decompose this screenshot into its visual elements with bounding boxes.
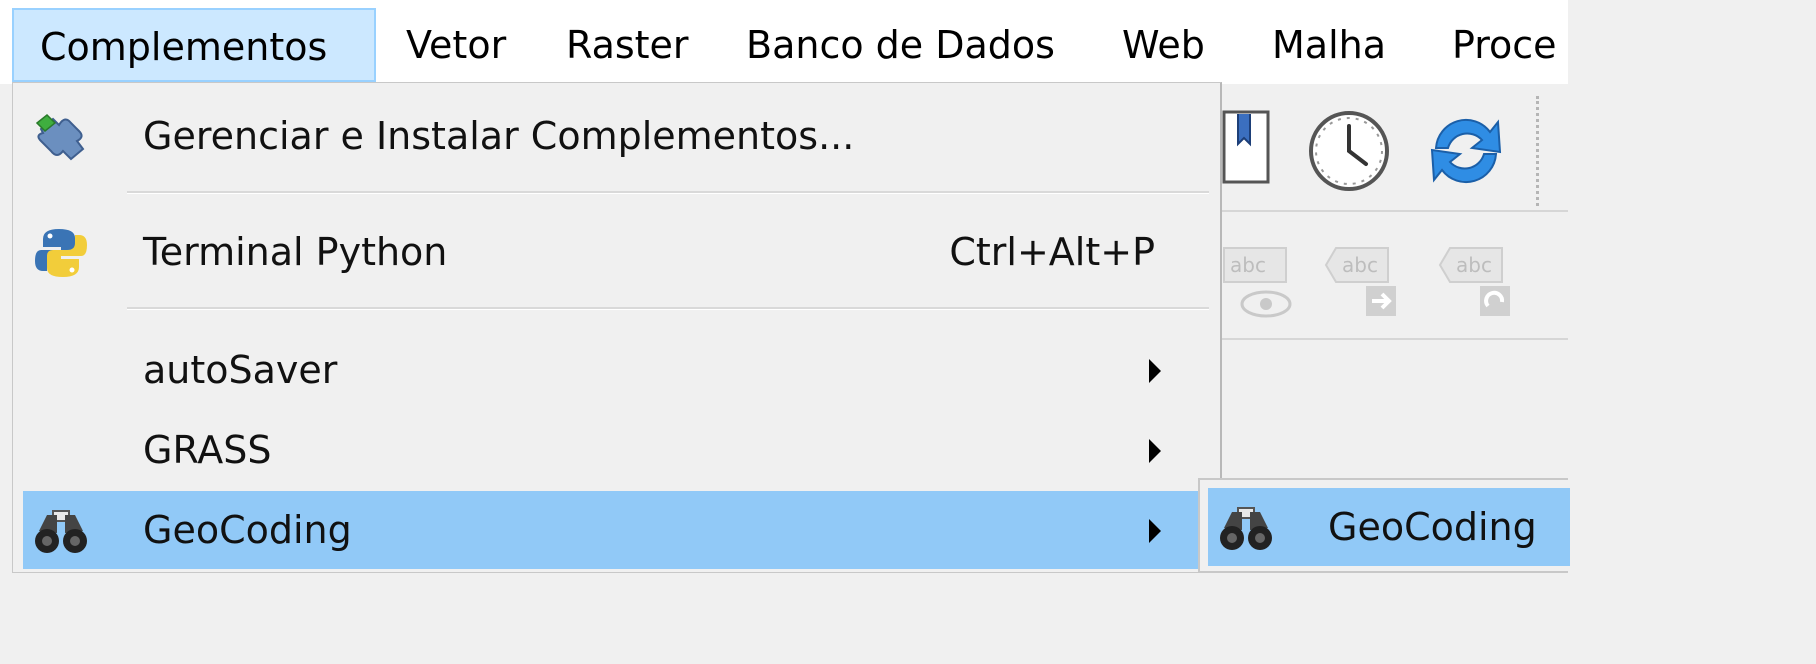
- toolbar-grip[interactable]: [1536, 96, 1547, 206]
- binoculars-icon: [35, 510, 87, 553]
- svg-text:abc: abc: [1230, 253, 1266, 277]
- python-console-item[interactable]: Terminal Python Ctrl+Alt+P: [23, 213, 1211, 291]
- svg-text:abc: abc: [1342, 253, 1378, 277]
- geocoding-item[interactable]: GeoCoding: [23, 491, 1207, 569]
- python-console-label: Terminal Python: [143, 230, 448, 274]
- geocoding-submenu: GeoCoding: [1198, 478, 1570, 573]
- python-console-shortcut: Ctrl+Alt+P: [949, 230, 1155, 274]
- submenu-arrow-icon: [1149, 359, 1161, 383]
- autosaver-label: autoSaver: [143, 348, 338, 392]
- menu-web[interactable]: Web: [1122, 8, 1205, 82]
- autosaver-item[interactable]: autoSaver: [23, 331, 1211, 409]
- geocoding-label: GeoCoding: [143, 508, 352, 552]
- label-move-icon[interactable]: abc: [1322, 242, 1402, 322]
- clock-icon[interactable]: [1306, 108, 1392, 194]
- grass-item[interactable]: GRASS: [23, 411, 1211, 489]
- binoculars-icon: [1220, 507, 1272, 550]
- menu-processamento[interactable]: Proce: [1452, 8, 1557, 82]
- python-icon: [35, 229, 87, 277]
- bookmark-icon[interactable]: [1222, 110, 1272, 186]
- complementos-dropdown: Gerenciar e Instalar Complementos... Ter…: [12, 82, 1222, 573]
- menu-raster[interactable]: Raster: [566, 8, 689, 82]
- submenu-arrow-icon: [1149, 439, 1161, 463]
- menu-malha[interactable]: Malha: [1272, 8, 1386, 82]
- plugin-puzzle-icon: [35, 113, 85, 161]
- grass-label: GRASS: [143, 428, 272, 472]
- geocoding-submenu-label: GeoCoding: [1328, 505, 1537, 549]
- menu-bar: Complementos Vetor Raster Banco de Dados…: [0, 0, 1568, 84]
- map-panel-background: [1222, 340, 1568, 470]
- menu-banco-de-dados[interactable]: Banco de Dados: [746, 8, 1055, 82]
- menu-separator: [127, 191, 1209, 194]
- refresh-icon[interactable]: [1424, 108, 1508, 192]
- geocoding-submenu-item[interactable]: GeoCoding: [1208, 488, 1570, 566]
- left-window-edge: [0, 84, 12, 573]
- label-toolbar-background: abc abc abc: [1222, 212, 1568, 340]
- menu-complementos[interactable]: Complementos: [12, 8, 376, 82]
- manage-plugins-label: Gerenciar e Instalar Complementos...: [143, 114, 855, 158]
- label-visibility-icon[interactable]: abc: [1222, 242, 1292, 322]
- menu-vetor[interactable]: Vetor: [406, 8, 506, 82]
- toolbar-background: [1222, 84, 1568, 212]
- menu-separator: [127, 307, 1209, 310]
- manage-plugins-item[interactable]: Gerenciar e Instalar Complementos...: [23, 97, 1211, 175]
- submenu-arrow-icon: [1149, 519, 1161, 543]
- svg-text:abc: abc: [1456, 253, 1492, 277]
- label-rotate-icon[interactable]: abc: [1436, 242, 1516, 322]
